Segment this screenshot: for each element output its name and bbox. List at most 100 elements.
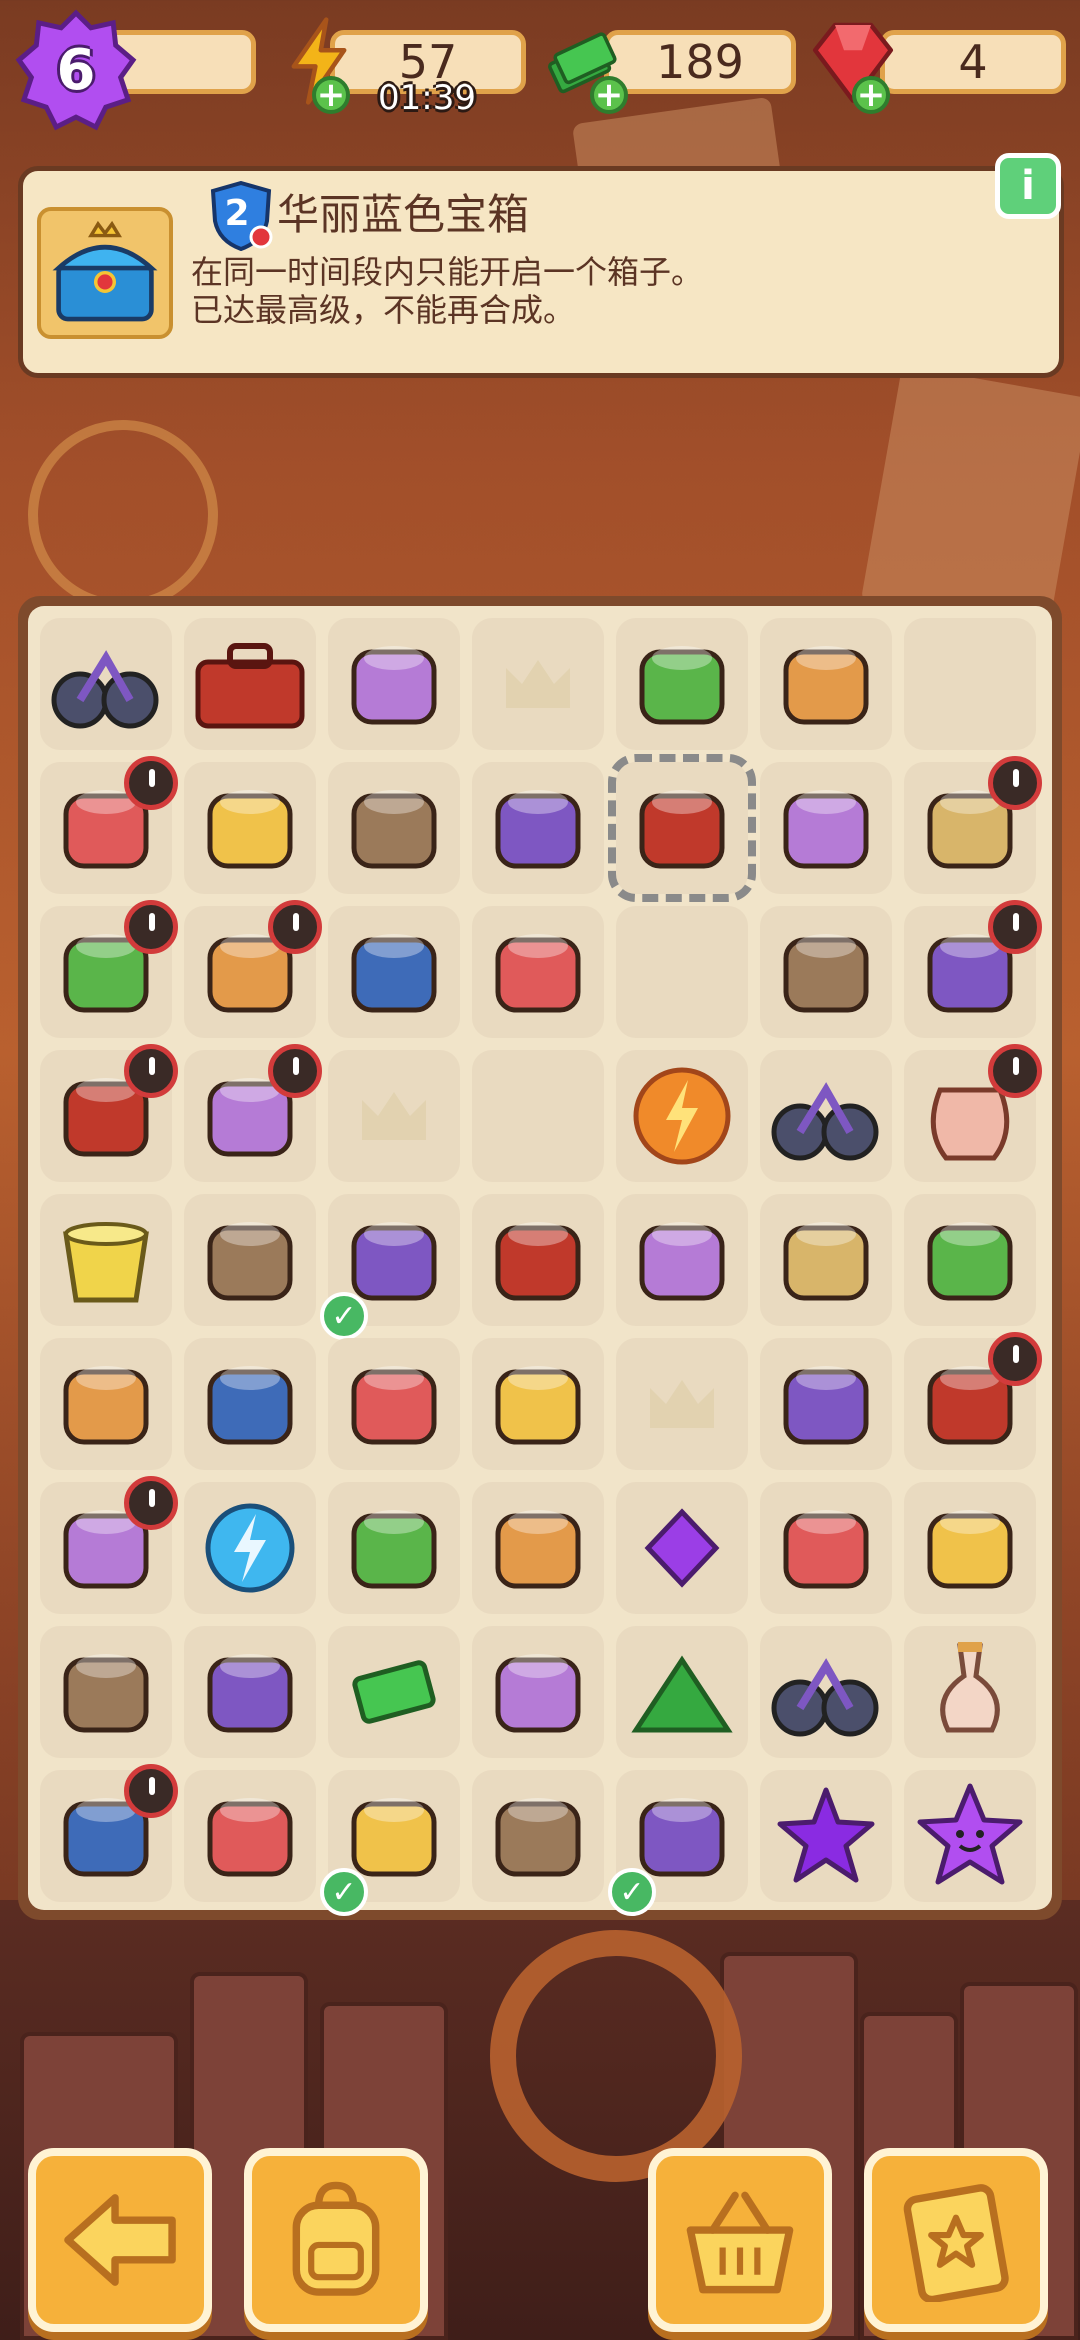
board-cell-leaf-blower[interactable] [184, 1044, 322, 1182]
board-cell-garden-trowel[interactable] [472, 906, 604, 1038]
cash-counter[interactable]: 189 [604, 30, 796, 94]
board-cell-purple-star[interactable] [760, 1770, 892, 1902]
potted-bush-icon [495, 1366, 581, 1445]
add-cash-button[interactable]: + [590, 76, 628, 114]
board-cell-box-of-pots[interactable] [904, 900, 1042, 1038]
empty-crown-icon [362, 1092, 426, 1140]
board-cell-bicycle[interactable] [760, 1626, 892, 1758]
empty-crown-icon [506, 660, 570, 708]
board-cell-cash-pile[interactable] [616, 1626, 748, 1758]
empty-cell[interactable] [472, 618, 604, 750]
board-cell-cardboard-package[interactable] [760, 762, 892, 894]
timer-badge-icon [268, 1044, 322, 1098]
timer-badge-icon [988, 1044, 1042, 1098]
potted-plant-small-icon [495, 1222, 581, 1301]
smiling-purple-star-icon [917, 1783, 1023, 1885]
gold-bowl-pile-icon [927, 1222, 1013, 1301]
add-gems-button[interactable]: + [852, 76, 890, 114]
board-cell-bicycle[interactable] [760, 1050, 892, 1182]
board-cell-red-toolbox-open[interactable] [904, 756, 1042, 894]
red-toolbox-icon [195, 643, 305, 729]
empty-cell[interactable] [472, 1050, 604, 1182]
pair-of-wheels-icon [207, 1222, 293, 1301]
add-energy-button[interactable]: + [312, 76, 350, 114]
board-cell-energy-orb-blue[interactable] [184, 1482, 316, 1614]
empty-cell[interactable] [328, 1050, 460, 1182]
board-cell-bicycle[interactable] [40, 618, 172, 750]
bicycle-icon [51, 650, 159, 729]
board-cell-purple-motorcycle[interactable] [40, 1044, 178, 1182]
board-cell-crystal-lamp[interactable] [328, 618, 460, 750]
board-cell-tool-case[interactable] [328, 762, 460, 894]
stack-of-packages-icon [207, 1366, 293, 1445]
yellow-bucket-icon [63, 1222, 149, 1303]
board-cell-purple-wheel[interactable] [328, 906, 460, 1038]
board-cell-green-sprout[interactable] [184, 762, 316, 894]
item-info-panel: 2 华丽蓝色宝箱 在同一时间段内只能开启一个箱子。 已达最高级，不能再合成。 i [18, 153, 1064, 378]
board-cell-gold-bowl[interactable] [184, 1626, 316, 1758]
backpack-icon [292, 2181, 380, 2296]
board-cell-pruning-shears[interactable] [328, 1338, 460, 1470]
crystal-lamp-icon [351, 646, 437, 725]
board-cell-potted-bush[interactable] [472, 1338, 604, 1470]
mushroom-lamps-icon [783, 646, 869, 725]
energy-orb-blue-icon [205, 1503, 295, 1593]
board-cell-gold-bowl[interactable] [472, 1626, 604, 1758]
board-cell-bark-patch[interactable] [472, 762, 604, 894]
background-note [860, 365, 1080, 635]
empty-cell[interactable] [616, 1338, 748, 1470]
board-cell-blue-treasure-chest[interactable] [608, 754, 756, 902]
board-cell-opened-box[interactable] [184, 900, 322, 1038]
board-cell-gardening-glove[interactable] [472, 1770, 604, 1902]
sugar-cubes-icon [783, 934, 869, 1013]
timer-badge-icon [124, 1044, 178, 1098]
board-cell-seedling[interactable] [184, 1770, 316, 1902]
board-cell-burlap-sacks[interactable] [616, 618, 748, 750]
board-cell-pruning-shears[interactable]: ✓ [608, 1770, 748, 1916]
board-cell-tape-roll[interactable] [760, 1338, 892, 1470]
board-cell-gardening-gloves[interactable] [616, 1194, 748, 1326]
board-cell-purple-gem[interactable] [616, 1482, 748, 1614]
board-cell-clay-pot[interactable] [904, 1044, 1042, 1182]
seedling-icon [207, 1798, 293, 1877]
board-cell-gold-bowl-pile[interactable] [904, 1194, 1036, 1326]
board-cell-stack-of-packages[interactable] [184, 1338, 316, 1470]
item-level-number: 2 [224, 192, 250, 234]
board-cell-energy-orb-orange[interactable] [616, 1050, 748, 1182]
backpack-button[interactable] [244, 2148, 428, 2332]
board-cell-seed-packet-yellow[interactable] [472, 1482, 604, 1614]
empty-cell[interactable] [616, 906, 748, 1038]
board-cell-bark-pieces[interactable] [40, 1338, 172, 1470]
item-info-button[interactable]: i [995, 153, 1061, 219]
board-cell-cart-toolbox[interactable] [904, 1482, 1036, 1614]
board-cell-motorbike-grey[interactable] [40, 1626, 172, 1758]
board-cell-smiling-purple-star[interactable] [904, 1770, 1036, 1902]
board-cell-vase[interactable] [904, 1626, 1036, 1758]
board-cell-planter-with-seeds[interactable] [40, 1764, 178, 1902]
board-cell-cash-stack[interactable] [328, 1626, 460, 1758]
board-cell-delivery-scooter[interactable] [40, 900, 178, 1038]
empty-cell[interactable] [904, 618, 1036, 750]
board-cell-axe[interactable] [760, 1194, 892, 1326]
board-cell-hand-rake[interactable]: ✓ [320, 1770, 460, 1916]
board-cell-seed-packet-green[interactable] [328, 1482, 460, 1614]
gem-counter[interactable]: 4 [880, 30, 1066, 94]
board-cell-hand-rake[interactable]: ✓ [320, 1194, 460, 1340]
board-cell-red-toolbox[interactable] [184, 618, 316, 750]
empty-crown-icon [650, 1380, 714, 1428]
merge-grid: ✓ ✓ ✓ [28, 606, 1052, 1916]
back-button[interactable] [28, 2148, 212, 2332]
board-cell-jet-ski[interactable] [40, 1476, 178, 1614]
shop-basket-button[interactable] [648, 2148, 832, 2332]
board-cell-sugar-cubes[interactable] [760, 906, 892, 1038]
selection-frame [608, 754, 756, 902]
tasks-button[interactable] [864, 2148, 1048, 2332]
board-cell-mushroom-lamps[interactable] [760, 618, 892, 750]
board-cell-golden-chest[interactable] [904, 1332, 1042, 1470]
board-cell-yellow-bucket[interactable] [40, 1194, 172, 1326]
board-cell-potted-plant-small[interactable] [472, 1194, 604, 1326]
horseshoe-magnet-icon [783, 1510, 869, 1589]
board-cell-potted-plant[interactable] [40, 756, 178, 894]
board-cell-horseshoe-magnet[interactable] [760, 1482, 892, 1614]
board-cell-pair-of-wheels[interactable] [184, 1194, 316, 1326]
